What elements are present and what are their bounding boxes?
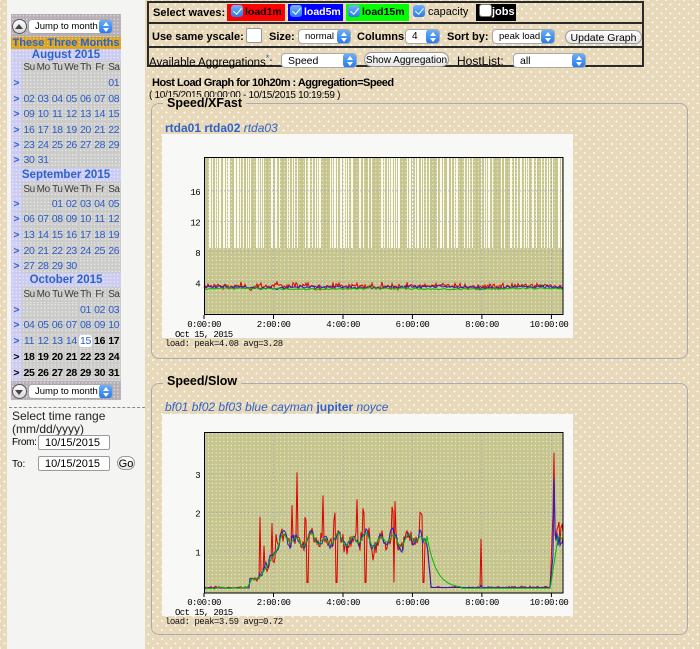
svg-text:8: 8 xyxy=(195,249,200,259)
svg-text:2: 2 xyxy=(195,510,200,520)
svg-text:2:00:00: 2:00:00 xyxy=(257,320,291,330)
svg-text:0:00:00: 0:00:00 xyxy=(187,598,221,608)
svg-text:12: 12 xyxy=(190,219,200,229)
svg-text:6:00:00: 6:00:00 xyxy=(396,598,430,608)
svg-text:2:00:00: 2:00:00 xyxy=(257,598,291,608)
svg-text:6:00:00: 6:00:00 xyxy=(396,320,430,330)
svg-text:4:00:00: 4:00:00 xyxy=(326,598,360,608)
svg-text:8:00:00: 8:00:00 xyxy=(465,598,499,608)
svg-text:Oct 15, 2015: Oct 15, 2015 xyxy=(175,330,233,338)
svg-text:3: 3 xyxy=(195,471,200,481)
svg-text:8:00:00: 8:00:00 xyxy=(465,320,499,330)
svg-text:Oct 15, 2015: Oct 15, 2015 xyxy=(175,608,233,616)
svg-text:4: 4 xyxy=(195,280,200,290)
svg-text:10:00:00: 10:00:00 xyxy=(530,598,569,608)
svg-text:4:00:00: 4:00:00 xyxy=(326,320,360,330)
svg-text:16: 16 xyxy=(190,188,200,198)
svg-text:1: 1 xyxy=(195,548,200,558)
svg-text:10:00:00: 10:00:00 xyxy=(530,320,569,330)
svg-text:0:00:00: 0:00:00 xyxy=(187,320,221,330)
